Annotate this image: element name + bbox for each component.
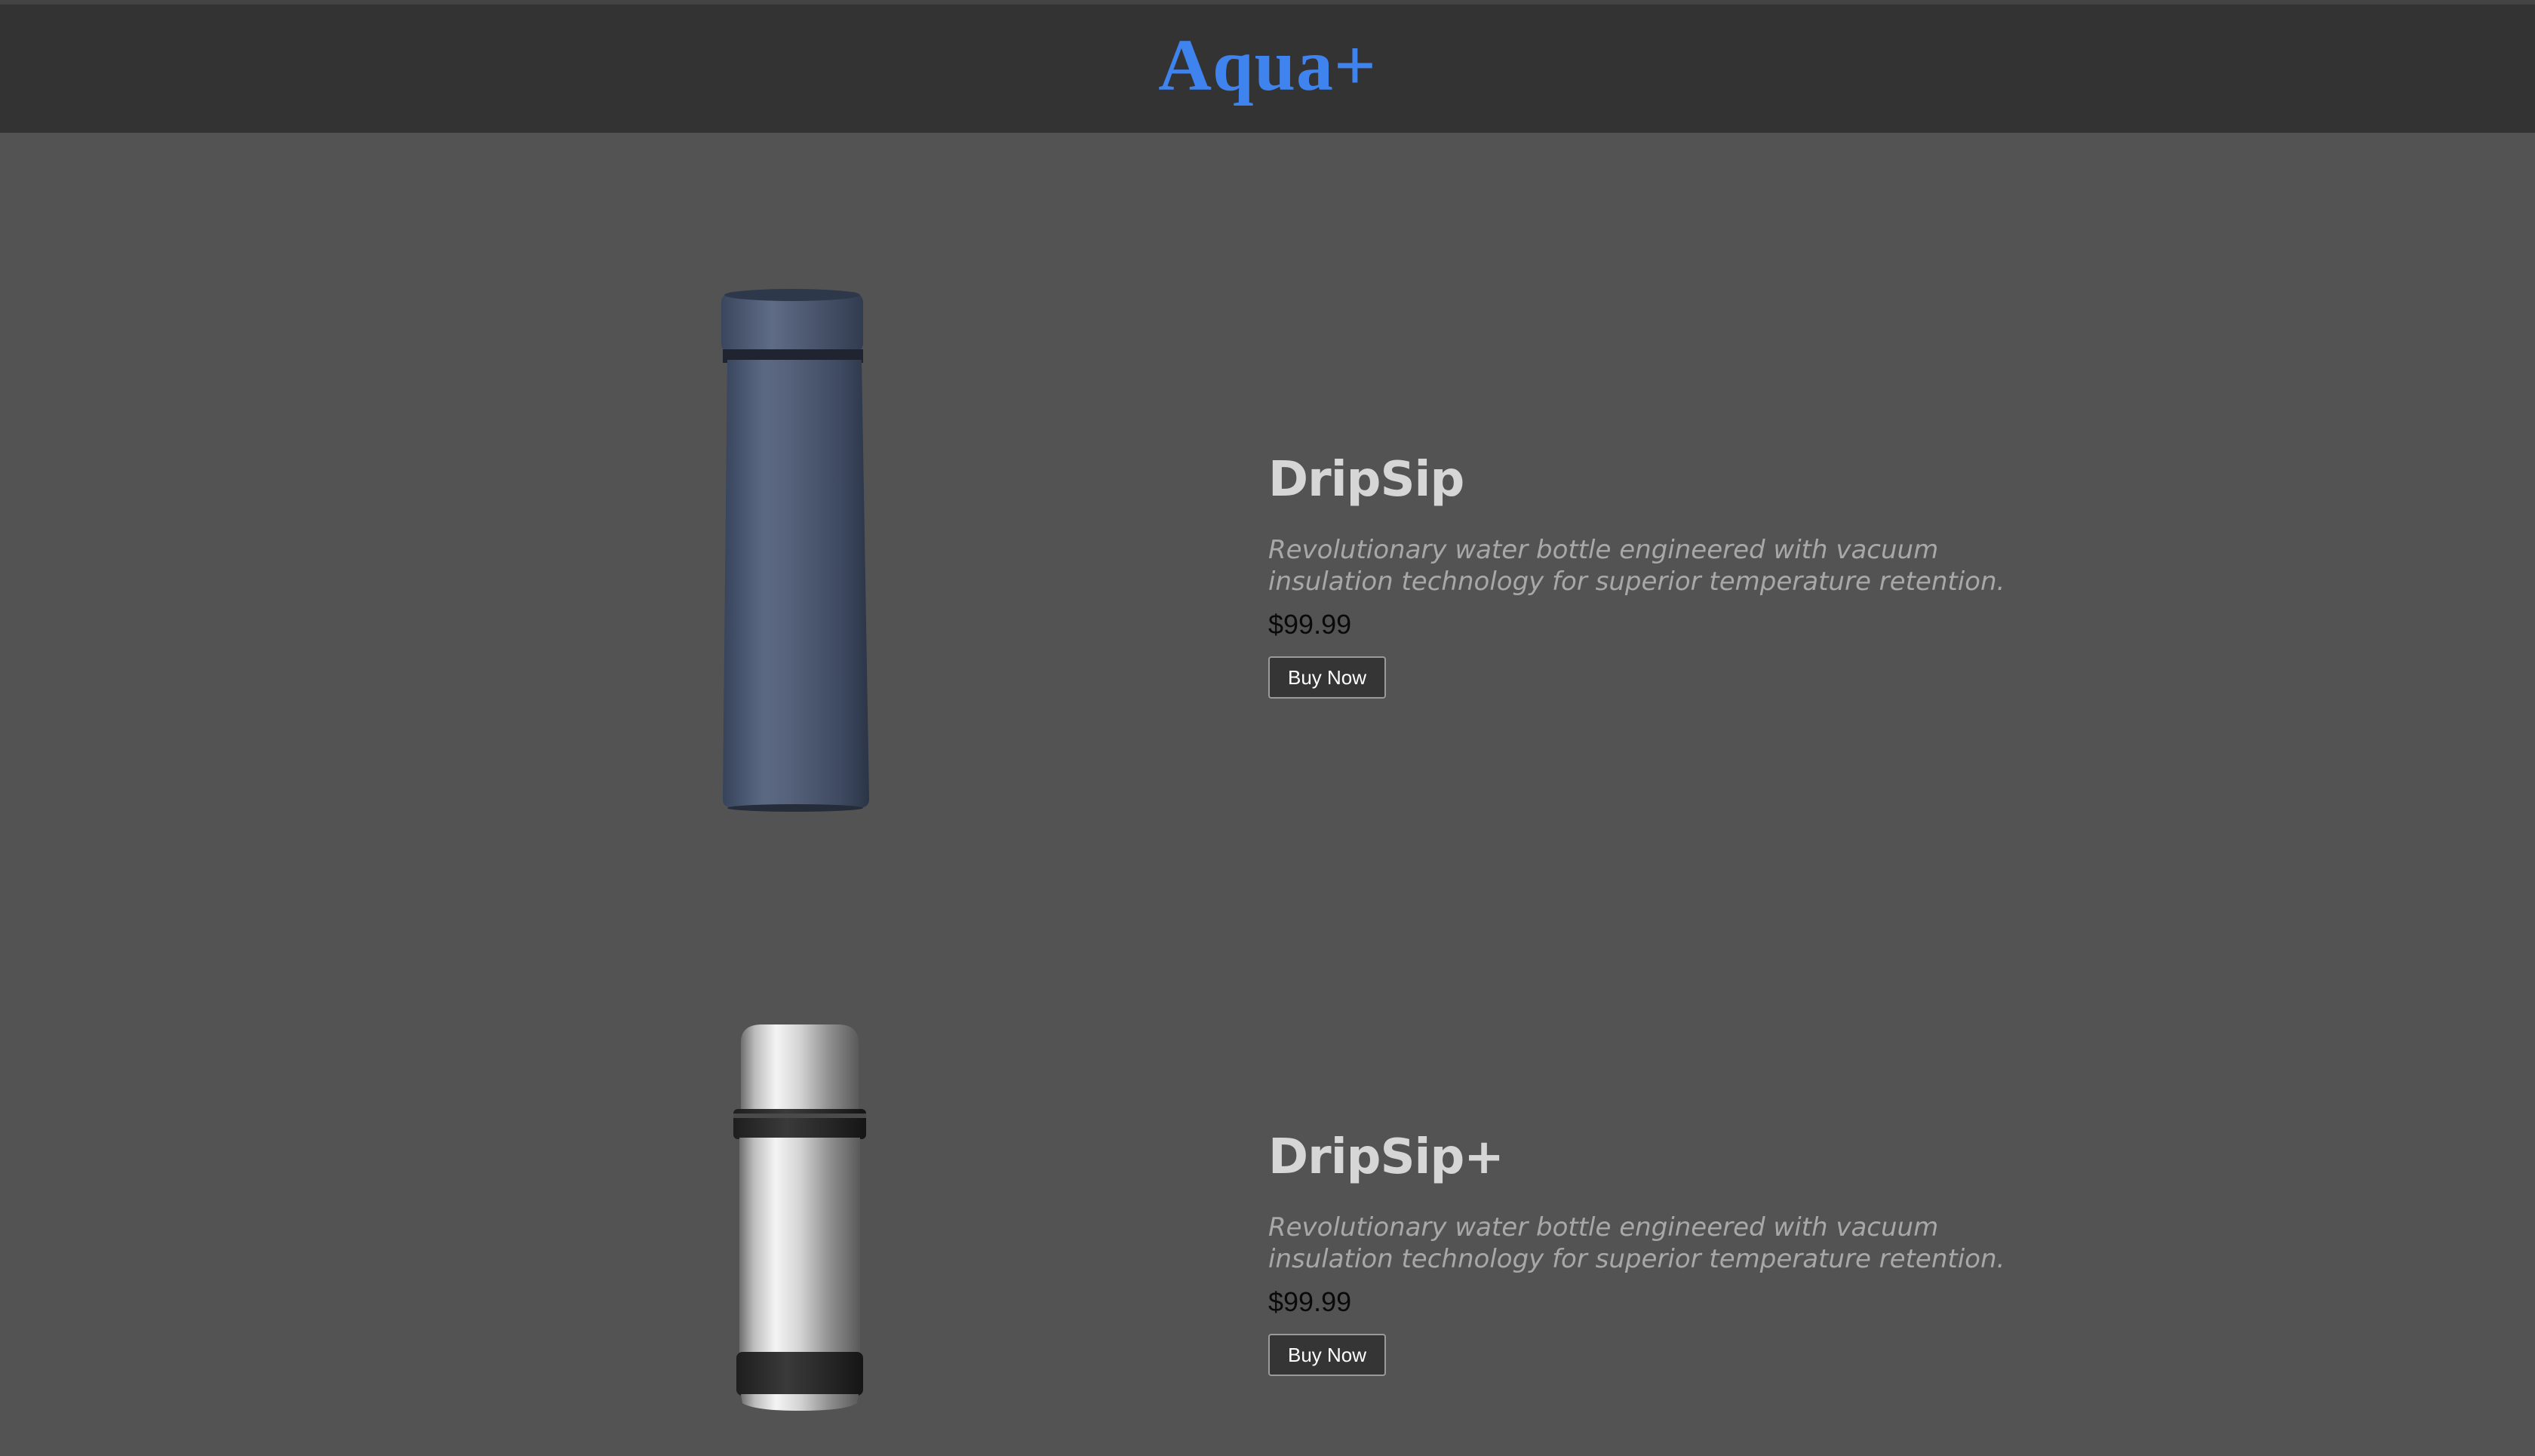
site-header: Aqua+	[0, 0, 2535, 133]
bottle-icon	[721, 289, 869, 812]
product-info: DripSip Revolutionary water bottle engin…	[1268, 450, 2053, 699]
buy-now-button[interactable]: Buy Now	[1268, 1334, 1387, 1376]
product-info: DripSip+ Revolutionary water bottle engi…	[1268, 1127, 2053, 1376]
product-card: DripSip Revolutionary water bottle engin…	[0, 133, 2535, 887]
product-image-navy-bottle	[717, 286, 875, 814]
brand-logo[interactable]: Aqua+	[0, 21, 2535, 110]
product-name: DripSip+	[1268, 1129, 1504, 1185]
product-name: DripSip	[1268, 452, 1464, 508]
product-price: $99.99	[1268, 1286, 1352, 1317]
product-description: Revolutionary water bottle engineered wi…	[1268, 1212, 2005, 1274]
buy-now-button[interactable]: Buy Now	[1268, 656, 1387, 699]
product-card: DripSip+ Revolutionary water bottle engi…	[0, 887, 2535, 1456]
product-description: Revolutionary water bottle engineered wi…	[1268, 535, 2005, 597]
product-price: $99.99	[1268, 609, 1352, 640]
product-image-steel-thermos	[732, 1020, 868, 1412]
thermos-icon	[733, 1024, 866, 1411]
